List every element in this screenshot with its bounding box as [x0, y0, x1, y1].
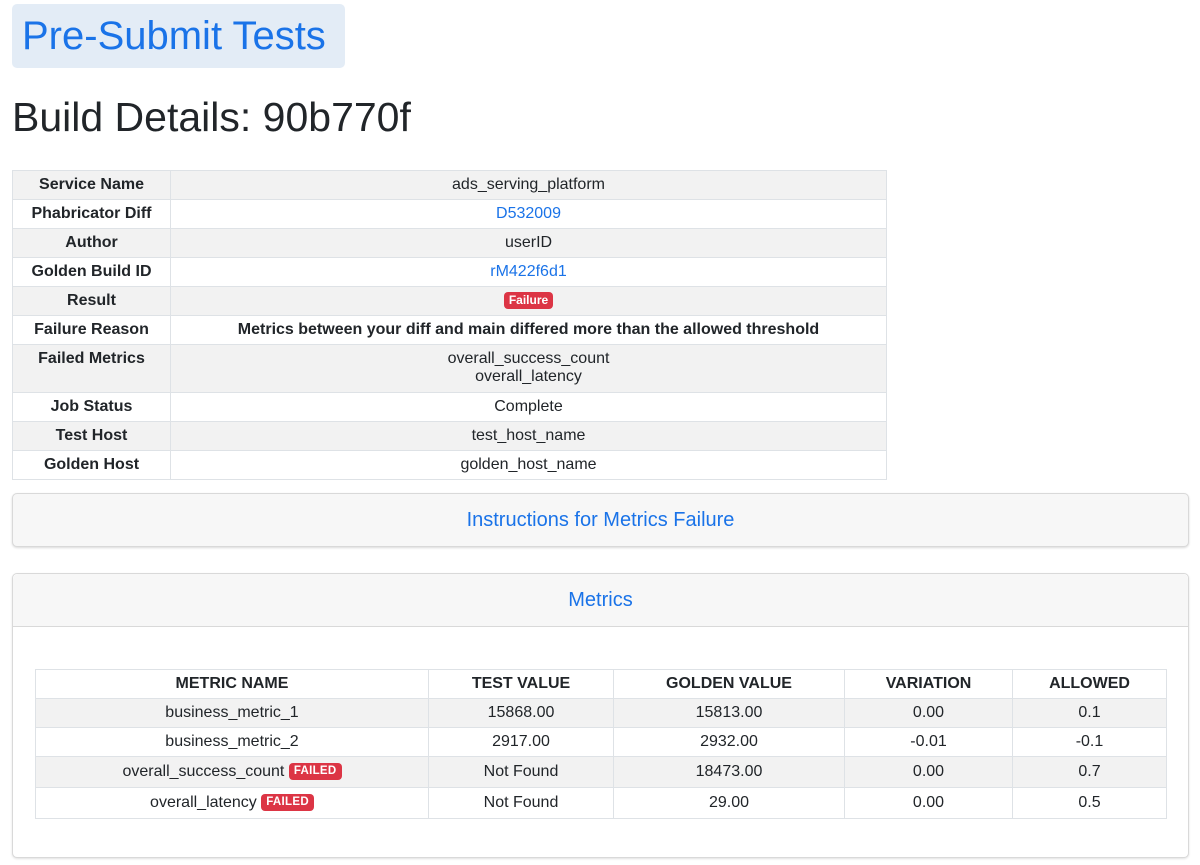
metric-name: overall_success_count — [122, 763, 285, 780]
detail-label: Job Status — [12, 392, 171, 422]
detail-row-author: Author userID — [12, 228, 887, 258]
detail-label: Golden Build ID — [12, 257, 171, 287]
page-title: Build Details: 90b770f — [12, 94, 411, 140]
detail-row-result: Result Failure — [12, 286, 887, 316]
detail-row-failed-metrics: Failed Metrics overall_success_count ove… — [12, 344, 887, 393]
column-header: VARIATION — [844, 669, 1013, 699]
metrics-card: Metrics METRIC NAME TEST VALUE GOLDEN VA… — [12, 573, 1189, 858]
metric-row: business_metric_1 15868.00 15813.00 0.00… — [35, 698, 1167, 728]
failed-metrics-cell: overall_success_count overall_latency — [170, 344, 887, 393]
metric-name: business_metric_2 — [35, 727, 429, 757]
instructions-toggle-button[interactable]: Instructions for Metrics Failure — [13, 494, 1188, 546]
metric-name-cell: overall_latency FAILED — [35, 787, 429, 819]
golden-value: 18473.00 — [613, 756, 845, 788]
variation-value: -0.01 — [844, 727, 1013, 757]
variation-value: 0.00 — [844, 756, 1013, 788]
column-header: TEST VALUE — [428, 669, 614, 699]
test-host-value: test_host_name — [170, 421, 887, 451]
golden-host-value: golden_host_name — [170, 450, 887, 480]
job-status-value: Complete — [170, 392, 887, 422]
phabricator-diff-cell: D532009 — [170, 199, 887, 229]
variation-value: 0.00 — [844, 787, 1013, 819]
variation-value: 0.00 — [844, 698, 1013, 728]
result-failure-badge: Failure — [503, 292, 554, 310]
golden-value: 15813.00 — [613, 698, 845, 728]
metric-row: overall_success_count FAILED Not Found 1… — [35, 756, 1167, 788]
detail-label: Golden Host — [12, 450, 171, 480]
failure-reason-value: Metrics between your diff and main diffe… — [170, 315, 887, 345]
detail-row-golden-build-id: Golden Build ID rM422f6d1 — [12, 257, 887, 287]
failed-metric-item: overall_latency — [475, 368, 582, 385]
detail-label: Author — [12, 228, 171, 258]
author-value: userID — [170, 228, 887, 258]
detail-row-service-name: Service Name ads_serving_platform — [12, 170, 887, 200]
metrics-card-header: Metrics — [13, 574, 1188, 627]
phabricator-diff-link[interactable]: D532009 — [496, 205, 561, 222]
test-value: Not Found — [428, 787, 614, 819]
detail-label: Service Name — [12, 170, 171, 200]
failed-badge: FAILED — [261, 794, 314, 812]
detail-row-phabricator-diff: Phabricator Diff D532009 — [12, 199, 887, 229]
metric-name-cell: overall_success_count FAILED — [35, 756, 429, 788]
golden-value: 2932.00 — [613, 727, 845, 757]
detail-row-failure-reason: Failure Reason Metrics between your diff… — [12, 315, 887, 345]
test-value: Not Found — [428, 756, 614, 788]
detail-label: Test Host — [12, 421, 171, 451]
golden-build-id-cell: rM422f6d1 — [170, 257, 887, 287]
instructions-card: Instructions for Metrics Failure — [12, 493, 1189, 547]
failed-metric-item: overall_success_count — [447, 350, 610, 367]
allowed-value: -0.1 — [1012, 727, 1167, 757]
metrics-header-row: METRIC NAME TEST VALUE GOLDEN VALUE VARI… — [35, 669, 1167, 699]
detail-row-golden-host: Golden Host golden_host_name — [12, 450, 887, 480]
test-value: 15868.00 — [428, 698, 614, 728]
metric-name: business_metric_1 — [35, 698, 429, 728]
detail-label: Result — [12, 286, 171, 316]
build-details-table: Service Name ads_serving_platform Phabri… — [12, 170, 887, 480]
detail-row-test-host: Test Host test_host_name — [12, 421, 887, 451]
test-value: 2917.00 — [428, 727, 614, 757]
detail-row-job-status: Job Status Complete — [12, 392, 887, 422]
column-header: ALLOWED — [1012, 669, 1167, 699]
detail-label: Failure Reason — [12, 315, 171, 345]
nav-pre-submit-tests[interactable]: Pre-Submit Tests — [12, 4, 345, 68]
golden-build-id-link[interactable]: rM422f6d1 — [490, 263, 567, 280]
detail-label: Phabricator Diff — [12, 199, 171, 229]
metrics-toggle-button[interactable]: Metrics — [13, 574, 1188, 627]
column-header: GOLDEN VALUE — [613, 669, 845, 699]
column-header: METRIC NAME — [35, 669, 429, 699]
allowed-value: 0.1 — [1012, 698, 1167, 728]
service-name-value: ads_serving_platform — [170, 170, 887, 200]
failed-badge: FAILED — [288, 763, 342, 781]
metric-row: business_metric_2 2917.00 2932.00 -0.01 … — [35, 727, 1167, 757]
allowed-value: 0.7 — [1012, 756, 1167, 788]
allowed-value: 0.5 — [1012, 787, 1167, 819]
golden-value: 29.00 — [613, 787, 845, 819]
result-cell: Failure — [170, 286, 887, 316]
detail-label: Failed Metrics — [12, 344, 171, 393]
metric-row: overall_latency FAILED Not Found 29.00 0… — [35, 787, 1167, 819]
metrics-table: METRIC NAME TEST VALUE GOLDEN VALUE VARI… — [35, 669, 1167, 819]
metric-name: overall_latency — [150, 794, 257, 811]
